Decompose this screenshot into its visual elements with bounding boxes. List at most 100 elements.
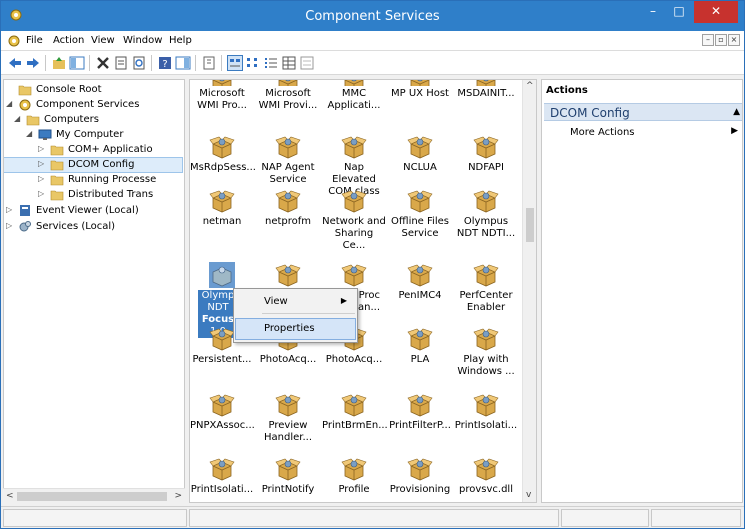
context-menu-properties[interactable]: Properties <box>235 318 356 340</box>
forward-icon[interactable] <box>25 55 41 71</box>
tree-item-services-local[interactable]: ▷ Services (Local) <box>4 220 182 234</box>
menu-view[interactable]: View <box>91 35 115 46</box>
dcom-app-item[interactable]: Preview Handler... <box>256 392 320 444</box>
dcom-app-item[interactable]: provsvc.dll <box>454 456 518 496</box>
tree-item-my-computer[interactable]: ◢ My Computer <box>4 128 182 142</box>
dcom-app-item[interactable]: PrintIsolati... <box>190 456 254 496</box>
tree-horizontal-scrollbar[interactable]: < > <box>3 488 185 503</box>
context-menu-view[interactable]: View ▶ <box>236 292 355 312</box>
minimize-button[interactable]: – <box>640 1 666 23</box>
refresh-icon[interactable] <box>131 55 147 71</box>
mdi-restore-button[interactable]: ▫ <box>715 34 727 46</box>
dcom-app-item[interactable]: Play with Windows ... <box>454 326 518 378</box>
menu-file[interactable]: File <box>26 35 43 46</box>
dcom-app-item[interactable]: NCLUA <box>388 134 452 174</box>
dcom-app-item[interactable]: Network and Sharing Ce... <box>322 188 386 252</box>
expand-arrow-icon[interactable]: ▷ <box>6 205 16 214</box>
small-icons-view-icon[interactable] <box>245 55 261 71</box>
dcom-app-item[interactable]: PLA <box>388 326 452 366</box>
scroll-right-icon[interactable]: > <box>174 491 182 501</box>
actions-section-dcom-config[interactable]: DCOM Config ▲ <box>544 103 742 121</box>
status-cell <box>651 509 741 527</box>
dcom-app-item[interactable]: PrintFilterP... <box>388 392 452 432</box>
details-view-icon[interactable] <box>281 55 297 71</box>
dcom-application-icon <box>275 262 301 288</box>
help-icon[interactable]: ? <box>157 55 173 71</box>
dcom-app-item[interactable]: Provisioning <box>388 456 452 496</box>
explore-view-icon[interactable] <box>299 55 315 71</box>
dcom-app-item[interactable]: MP UX Host <box>388 80 452 100</box>
dcom-app-label: Microsoft WMI Provi... <box>258 88 318 111</box>
context-menu-label: View <box>264 296 288 307</box>
dcom-app-label: PrintBrmEn... <box>322 420 388 431</box>
expand-arrow-icon[interactable]: ▷ <box>38 159 48 168</box>
collapse-arrow-icon[interactable]: ◢ <box>14 114 24 123</box>
dcom-app-item[interactable]: NDFAPI <box>454 134 518 174</box>
large-icons-view-icon[interactable] <box>227 55 243 71</box>
dcom-app-item[interactable]: PenIMC4 <box>388 262 452 302</box>
scroll-up-icon[interactable]: ^ <box>526 81 534 91</box>
expand-arrow-icon[interactable]: ▷ <box>38 144 48 153</box>
dcom-app-item[interactable]: MSDAINIT... <box>454 80 518 100</box>
dcom-app-item[interactable]: PrintIsolati... <box>454 392 518 432</box>
delete-icon[interactable] <box>95 55 111 71</box>
export-list-icon[interactable] <box>201 55 217 71</box>
menu-help[interactable]: Help <box>169 35 192 46</box>
show-hide-tree-icon[interactable] <box>69 55 85 71</box>
dcom-app-item[interactable] <box>256 262 320 288</box>
collapse-arrow-icon[interactable]: ◢ <box>6 99 16 108</box>
tree-item-component-services[interactable]: ◢ Component Services <box>4 98 182 112</box>
dcom-app-item[interactable]: netprofm <box>256 188 320 228</box>
tree-item-computers[interactable]: ◢ Computers <box>4 113 182 127</box>
tree-item-event-viewer-local[interactable]: ▷ Event Viewer (Local) <box>4 204 182 218</box>
dcom-app-item[interactable]: PNPXAssoc... <box>190 392 255 432</box>
maximize-button[interactable]: □ <box>666 1 692 23</box>
up-folder-icon[interactable] <box>51 55 67 71</box>
center-vertical-scrollbar[interactable]: ^ v <box>522 80 536 502</box>
show-hide-action-pane-icon[interactable] <box>175 55 191 71</box>
title-bar[interactable]: Component Services – □ ✕ <box>1 1 744 31</box>
scroll-thumb[interactable] <box>17 492 167 501</box>
tree-item-com-applicatio[interactable]: ▷ COM+ Applicatio <box>4 143 182 157</box>
dcom-app-item[interactable]: Olympus NDT NDTI... <box>454 188 518 240</box>
dcom-app-label: provsvc.dll <box>459 484 513 495</box>
back-icon[interactable] <box>7 55 23 71</box>
dcom-app-item[interactable]: Microsoft WMI Provi... <box>256 80 320 112</box>
submenu-arrow-icon[interactable]: ▶ <box>731 126 738 136</box>
mdi-close-button[interactable]: × <box>728 34 740 46</box>
tree-item-dcom-config[interactable]: ▷ DCOM Config <box>4 157 183 173</box>
collapse-icon[interactable]: ▲ <box>733 107 740 117</box>
dcom-app-item[interactable]: PerfCenter Enabler <box>454 262 518 314</box>
dcom-app-label: Offline Files Service <box>391 216 449 239</box>
expand-arrow-icon[interactable]: ▷ <box>38 174 48 183</box>
more-actions-link[interactable]: More Actions <box>570 127 635 138</box>
menu-window[interactable]: Window <box>123 35 162 46</box>
list-view-icon[interactable] <box>263 55 279 71</box>
dcom-application-icon <box>407 80 433 86</box>
tree-item-running-processe[interactable]: ▷ Running Processe <box>4 173 182 187</box>
scroll-left-icon[interactable]: < <box>6 491 14 501</box>
dcom-app-item[interactable]: PrintNotify <box>256 456 320 496</box>
dcom-app-item[interactable]: MMC Applicati... <box>322 80 386 112</box>
properties-icon[interactable] <box>113 55 129 71</box>
scroll-down-icon[interactable]: v <box>526 490 531 500</box>
dcom-app-item[interactable]: MsRdpSess... <box>190 134 256 174</box>
dcom-app-item[interactable]: netman <box>190 188 254 228</box>
expand-arrow-icon[interactable]: ▷ <box>38 189 48 198</box>
dcom-app-item[interactable]: Profile <box>322 456 386 496</box>
tree-item-console-root[interactable]: Console Root <box>4 83 182 97</box>
collapse-arrow-icon[interactable]: ◢ <box>26 129 36 138</box>
expand-arrow-icon[interactable]: ▷ <box>6 221 16 230</box>
dcom-app-item[interactable]: PrintBrmEn... <box>322 392 388 432</box>
dcom-app-item[interactable]: Microsoft WMI Pro... <box>190 80 254 112</box>
scroll-thumb[interactable] <box>526 208 534 242</box>
mdi-minimize-button[interactable]: – <box>702 34 714 46</box>
tree-item-distributed-trans[interactable]: ▷ Distributed Trans <box>4 188 182 202</box>
system-menu-icon[interactable] <box>7 34 21 48</box>
menu-action[interactable]: Action <box>53 35 84 46</box>
dcom-app-item[interactable]: NAP Agent Service <box>256 134 320 186</box>
status-bar <box>1 506 744 528</box>
tree-item-label: Console Root <box>36 84 102 95</box>
dcom-app-item[interactable]: Offline Files Service <box>388 188 452 240</box>
close-button[interactable]: ✕ <box>694 1 738 23</box>
